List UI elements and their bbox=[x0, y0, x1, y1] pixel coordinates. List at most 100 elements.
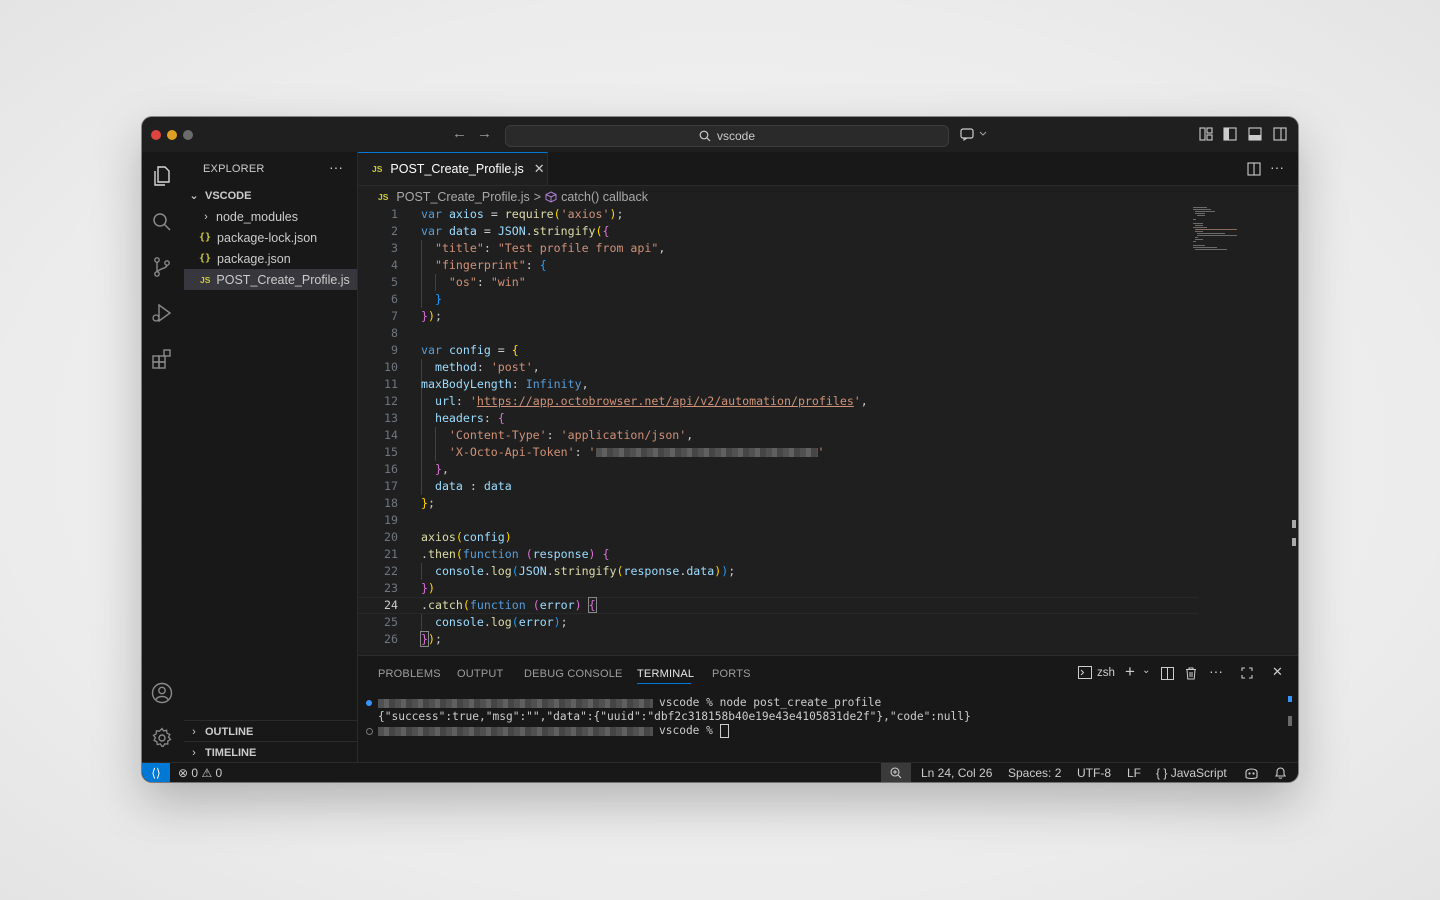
code-line: 17 data : data bbox=[384, 479, 512, 493]
minimize-window-button[interactable] bbox=[167, 130, 177, 140]
error-icon: ⊗ bbox=[178, 766, 189, 780]
chevron-right-icon: › bbox=[192, 725, 196, 738]
language-mode[interactable]: { } JavaScript bbox=[1156, 766, 1227, 780]
json-file-icon: {} bbox=[199, 232, 212, 243]
code-line: 9 var config = { bbox=[391, 343, 519, 357]
back-arrow-icon[interactable]: ← bbox=[452, 126, 467, 142]
toggle-primary-sidebar-icon[interactable] bbox=[1223, 127, 1237, 141]
warning-icon: ⚠ bbox=[201, 766, 213, 780]
terminal-shell-selector[interactable]: zsh bbox=[1078, 666, 1115, 679]
more-actions-icon[interactable]: ··· bbox=[1270, 159, 1284, 175]
explorer-sidebar: EXPLORER ··· ⌄ VSCODE › node_modules {} … bbox=[184, 152, 358, 762]
new-terminal-icon[interactable]: + bbox=[1125, 662, 1135, 682]
minimap[interactable] bbox=[1193, 207, 1248, 252]
active-tab-indicator bbox=[637, 683, 691, 684]
more-actions-icon[interactable]: ··· bbox=[1209, 663, 1223, 679]
terminal-cursor bbox=[719, 724, 729, 738]
zoom-in-icon bbox=[890, 767, 902, 779]
tab-terminal[interactable]: TERMINAL bbox=[637, 668, 694, 680]
split-terminal-icon[interactable] bbox=[1161, 667, 1174, 680]
breadcrumb-symbol[interactable]: catch() callback bbox=[561, 190, 648, 204]
code-line: 16 }, bbox=[384, 462, 449, 476]
terminal-line: {"success":true,"msg":"","data":{"uuid":… bbox=[378, 710, 971, 723]
workspace-root-label: VSCODE bbox=[205, 189, 252, 202]
zoom-status[interactable] bbox=[881, 763, 911, 782]
json-file-icon: {} bbox=[199, 253, 212, 264]
more-actions-icon[interactable]: ··· bbox=[329, 159, 343, 175]
cursor-position[interactable]: Ln 24, Col 26 bbox=[921, 766, 992, 780]
code-line: 15 'X-Octo-Api-Token': ' ' bbox=[384, 445, 825, 459]
command-center-search[interactable]: vscode bbox=[505, 125, 949, 147]
code-line: 8 bbox=[391, 326, 398, 340]
extensions-icon[interactable] bbox=[150, 347, 174, 371]
end-of-line[interactable]: LF bbox=[1127, 766, 1141, 780]
tree-item-package-json[interactable]: {} package.json bbox=[184, 248, 357, 269]
code-line: 23}) bbox=[384, 581, 435, 595]
tab-ports[interactable]: PORTS bbox=[712, 668, 751, 680]
tree-item-node-modules[interactable]: › node_modules bbox=[184, 206, 357, 227]
tree-item-package-lock-json[interactable]: {} package-lock.json bbox=[184, 227, 357, 248]
terminal-line: vscode % bbox=[378, 724, 729, 738]
accounts-icon[interactable] bbox=[150, 681, 174, 705]
tab-output[interactable]: OUTPUT bbox=[457, 668, 503, 680]
breadcrumb-separator: > bbox=[533, 190, 542, 204]
run-debug-icon[interactable] bbox=[150, 301, 174, 325]
scrollbar-marker bbox=[1292, 520, 1296, 528]
bell-icon[interactable] bbox=[1274, 766, 1287, 780]
code-line: 12 url: 'https://app.octobrowser.net/api… bbox=[384, 394, 868, 408]
code-line-active: 24 .catch(function (error) { bbox=[384, 597, 597, 613]
code-line: 4 "fingerprint": { bbox=[391, 258, 547, 272]
tab-problems[interactable]: PROBLEMS bbox=[378, 668, 441, 680]
copilot-chat-icon[interactable] bbox=[960, 127, 988, 141]
indentation[interactable]: Spaces: 2 bbox=[1008, 766, 1061, 780]
command-center-text: vscode bbox=[716, 129, 756, 143]
redacted-prompt bbox=[378, 726, 653, 736]
maximize-window-button[interactable] bbox=[183, 130, 193, 140]
explorer-icon[interactable] bbox=[150, 164, 174, 188]
forward-arrow-icon[interactable]: → bbox=[477, 126, 492, 142]
outline-label: OUTLINE bbox=[205, 725, 254, 738]
toggle-panel-icon[interactable] bbox=[1248, 127, 1262, 141]
tab-label: POST_Create_Profile.js bbox=[390, 162, 524, 176]
tree-item-post-create-profile-js[interactable]: JS POST_Create_Profile.js bbox=[184, 269, 357, 290]
title-bar: ← → vscode bbox=[142, 117, 1298, 153]
terminal-icon bbox=[1078, 666, 1092, 679]
close-icon[interactable]: ✕ bbox=[534, 161, 545, 177]
js-file-icon: JS bbox=[378, 192, 389, 202]
editor-area: JS POST_Create_Profile.js ✕ ··· JS POST_… bbox=[358, 152, 1298, 655]
gear-icon[interactable] bbox=[150, 726, 174, 750]
search-icon bbox=[699, 130, 711, 142]
tab-debug-console[interactable]: DEBUG CONSOLE bbox=[524, 668, 623, 680]
code-line: 19 bbox=[384, 513, 398, 527]
trash-icon[interactable] bbox=[1185, 667, 1197, 680]
close-icon[interactable]: ✕ bbox=[1272, 664, 1283, 680]
toggle-secondary-sidebar-icon[interactable] bbox=[1273, 127, 1287, 141]
copilot-icon[interactable] bbox=[1244, 766, 1259, 780]
problems-status[interactable]: ⊗ 0 ⚠ 0 bbox=[178, 766, 222, 780]
timeline-section[interactable]: › TIMELINE bbox=[184, 741, 357, 763]
breadcrumb-file[interactable]: POST_Create_Profile.js bbox=[396, 190, 529, 204]
encoding[interactable]: UTF-8 bbox=[1077, 766, 1111, 780]
code-line: 14 'Content-Type': 'application/json', bbox=[384, 428, 694, 442]
remote-indicator-icon[interactable]: ⟨⟩ bbox=[142, 763, 170, 782]
chevron-down-icon[interactable]: ⌄ bbox=[1142, 665, 1150, 676]
customize-layout-icon[interactable] bbox=[1199, 127, 1213, 141]
code-line: 20 axios(config) bbox=[384, 530, 512, 544]
breadcrumb: JS POST_Create_Profile.js > catch() call… bbox=[378, 190, 648, 204]
terminal-scrollbar[interactable] bbox=[1288, 716, 1292, 726]
tree-item-label: node_modules bbox=[216, 209, 299, 224]
close-window-button[interactable] bbox=[151, 130, 161, 140]
redacted-token bbox=[595, 448, 818, 457]
source-control-icon[interactable] bbox=[150, 255, 174, 279]
code-line: 5 "os": "win" bbox=[391, 275, 526, 289]
split-editor-icon[interactable] bbox=[1247, 162, 1261, 176]
editor-tab-bar: JS POST_Create_Profile.js ✕ ··· bbox=[358, 152, 1298, 186]
tree-item-label: package-lock.json bbox=[217, 230, 318, 245]
search-icon[interactable] bbox=[150, 210, 174, 234]
outline-section[interactable]: › OUTLINE bbox=[184, 720, 357, 742]
editor-tab-post-create-profile[interactable]: JS POST_Create_Profile.js ✕ bbox=[358, 152, 548, 185]
tree-item-label: POST_Create_Profile.js bbox=[216, 272, 350, 287]
code-line: 2 var data = JSON.stringify({ bbox=[391, 224, 610, 238]
maximize-panel-icon[interactable] bbox=[1241, 667, 1253, 679]
workspace-root-folder[interactable]: ⌄ VSCODE bbox=[184, 185, 357, 206]
